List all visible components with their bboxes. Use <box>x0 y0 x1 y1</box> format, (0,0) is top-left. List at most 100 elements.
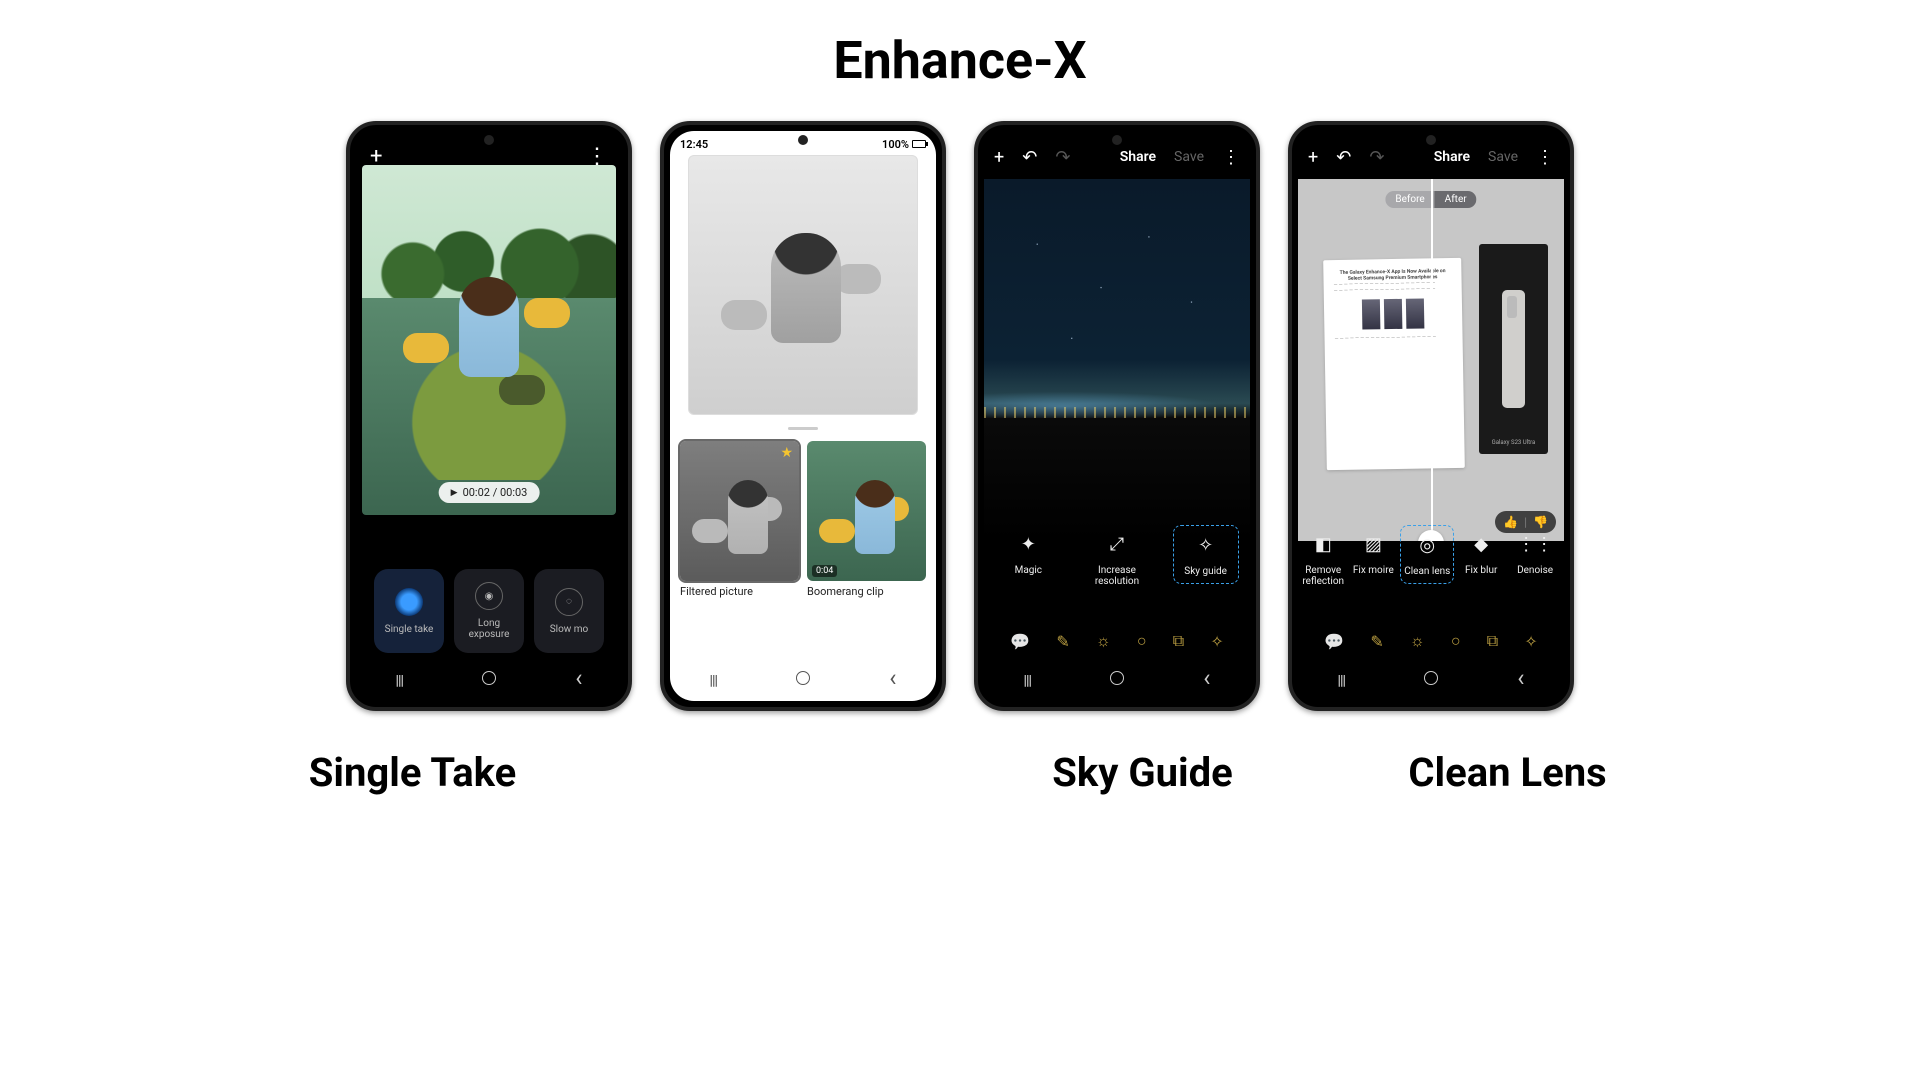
add-icon[interactable] <box>1308 147 1318 168</box>
circle-icon[interactable]: ○ <box>1137 631 1147 651</box>
nav-home-icon[interactable] <box>482 671 496 685</box>
tool-row: ◧ Remove reflection ▨ Fix moire ◎ Clean … <box>1298 525 1564 593</box>
add-icon[interactable] <box>370 144 382 169</box>
brightness-icon[interactable]: ☼ <box>1096 631 1111 651</box>
phone-clean-lens: Share Save Before After The Galaxy Enhan… <box>1288 121 1574 711</box>
undo-icon[interactable] <box>1336 147 1351 168</box>
save-button: Save <box>1174 149 1204 165</box>
save-button: Save <box>1488 149 1518 165</box>
undo-icon[interactable] <box>1022 147 1037 168</box>
crop-icon[interactable]: ⧉ <box>1173 631 1184 651</box>
phone-sky-guide: Share Save ✦ Magic ⤢ Increase resolution <box>974 121 1260 711</box>
chat-icon[interactable]: 💬 <box>1010 632 1030 651</box>
camera-viewfinder: 00:02 / 00:03 <box>362 165 616 515</box>
tool-increase-resolution[interactable]: ⤢ Increase resolution <box>1084 525 1150 593</box>
nav-back-icon[interactable] <box>575 664 582 692</box>
android-navbar <box>984 661 1250 695</box>
nav-home-icon[interactable] <box>1424 671 1438 685</box>
slow-mo-icon: ◌ <box>555 588 583 616</box>
sparkle-icon[interactable]: ✧ <box>1524 632 1537 651</box>
thumb-filtered-picture[interactable]: ★ Filtered picture <box>680 441 799 598</box>
redo-icon <box>1369 147 1384 168</box>
nav-recent-icon[interactable] <box>1338 666 1346 690</box>
more-icon[interactable] <box>1536 147 1554 168</box>
before-label: Before <box>1385 191 1434 208</box>
page-title: Enhance-X <box>230 30 1690 91</box>
caption-row: Single Take Sky Guide Clean Lens <box>230 749 1690 796</box>
product-box: Galaxy S23 Ultra <box>1479 244 1548 454</box>
more-icon[interactable] <box>1222 147 1240 168</box>
tool-row: ✦ Magic ⤢ Increase resolution ✧ Sky guid… <box>984 525 1250 593</box>
thumb-boomerang-clip[interactable]: 0:04 Boomerang clip <box>807 441 926 598</box>
pencil-icon[interactable]: ✎ <box>1370 632 1383 651</box>
speaker-dot <box>798 135 808 145</box>
brightness-icon[interactable]: ☼ <box>1410 631 1425 651</box>
caption-clean-lens: Clean Lens <box>1325 749 1690 796</box>
nav-home-icon[interactable] <box>796 671 810 685</box>
magic-icon: ✦ <box>1015 531 1041 557</box>
after-label: After <box>1435 191 1477 208</box>
chat-icon[interactable]: 💬 <box>1324 632 1344 651</box>
circle-icon[interactable]: ○ <box>1451 631 1461 651</box>
clean-lens-icon: ◎ <box>1414 532 1440 558</box>
caption-empty <box>595 749 960 796</box>
favorite-icon[interactable]: ★ <box>780 445 793 461</box>
share-button[interactable]: Share <box>1120 149 1156 165</box>
android-navbar <box>1298 661 1564 695</box>
denoise-icon: ⋮⋮ <box>1522 531 1548 557</box>
tool-fix-moire[interactable]: ▨ Fix moire <box>1346 525 1400 582</box>
phones-row: 00:02 / 00:03 Single take ◉ Long exposur… <box>230 121 1690 711</box>
mode-slow-mo[interactable]: ◌ Slow mo <box>534 569 604 653</box>
compare-canvas[interactable]: Before After The Galaxy Enhance-X App Is… <box>1298 179 1564 541</box>
android-navbar <box>356 661 622 695</box>
phone-gallery: 12:45 100% ★ Filtered picture <box>660 121 946 711</box>
caption-sky-guide: Sky Guide <box>960 749 1325 796</box>
status-time: 12:45 <box>680 138 708 151</box>
speaker-dot <box>1112 135 1122 145</box>
add-icon[interactable] <box>994 147 1004 168</box>
tool-fix-blur[interactable]: ◆ Fix blur <box>1454 525 1508 582</box>
mode-long-exposure[interactable]: ◉ Long exposure <box>454 569 524 653</box>
blur-icon: ◆ <box>1468 531 1494 557</box>
moire-icon: ▨ <box>1360 531 1386 557</box>
capture-modes: Single take ◉ Long exposure ◌ Slow mo <box>356 569 622 653</box>
tool-denoise[interactable]: ⋮⋮ Denoise <box>1508 525 1562 582</box>
nav-recent-icon[interactable] <box>1024 666 1032 690</box>
tool-clean-lens[interactable]: ◎ Clean lens <box>1400 525 1454 584</box>
document-sheet: The Galaxy Enhance-X App Is Now Availabl… <box>1323 257 1465 469</box>
more-icon[interactable] <box>586 144 608 169</box>
speaker-dot <box>1426 135 1436 145</box>
redo-icon <box>1055 147 1070 168</box>
night-sky-preview[interactable] <box>984 179 1250 541</box>
tool-remove-reflection[interactable]: ◧ Remove reflection <box>1300 525 1346 593</box>
share-button[interactable]: Share <box>1434 149 1470 165</box>
speaker-dot <box>484 135 494 145</box>
mode-single-take[interactable]: Single take <box>374 569 444 653</box>
sparkle-icon[interactable]: ✧ <box>1210 632 1223 651</box>
result-thumbnails: ★ Filtered picture 0:04 Boomerang clip <box>680 441 926 598</box>
nav-home-icon[interactable] <box>1110 671 1124 685</box>
android-navbar <box>670 661 936 695</box>
nav-back-icon[interactable] <box>1517 664 1524 692</box>
main-preview[interactable] <box>688 155 918 415</box>
clip-duration: 0:04 <box>812 565 837 577</box>
nav-recent-icon[interactable] <box>396 666 404 690</box>
pencil-icon[interactable]: ✎ <box>1056 632 1069 651</box>
nav-back-icon[interactable] <box>1203 664 1210 692</box>
bottom-icons: 💬 ✎ ☼ ○ ⧉ ✧ <box>984 631 1250 651</box>
drawer-handle[interactable] <box>788 427 818 430</box>
crop-icon[interactable]: ⧉ <box>1487 631 1498 651</box>
compare-divider[interactable] <box>1431 179 1433 541</box>
nav-recent-icon[interactable] <box>710 666 718 690</box>
caption-single-take: Single Take <box>230 749 595 796</box>
sky-guide-icon: ✧ <box>1193 532 1219 558</box>
resolution-icon: ⤢ <box>1104 531 1130 557</box>
phone-single-take: 00:02 / 00:03 Single take ◉ Long exposur… <box>346 121 632 711</box>
tool-sky-guide[interactable]: ✧ Sky guide <box>1173 525 1239 584</box>
video-timecode[interactable]: 00:02 / 00:03 <box>439 482 540 503</box>
bottom-icons: 💬 ✎ ☼ ○ ⧉ ✧ <box>1298 631 1564 651</box>
nav-back-icon[interactable] <box>889 664 896 692</box>
tool-magic[interactable]: ✦ Magic <box>995 525 1061 582</box>
single-take-icon <box>395 588 423 616</box>
status-battery: 100% <box>882 138 926 151</box>
